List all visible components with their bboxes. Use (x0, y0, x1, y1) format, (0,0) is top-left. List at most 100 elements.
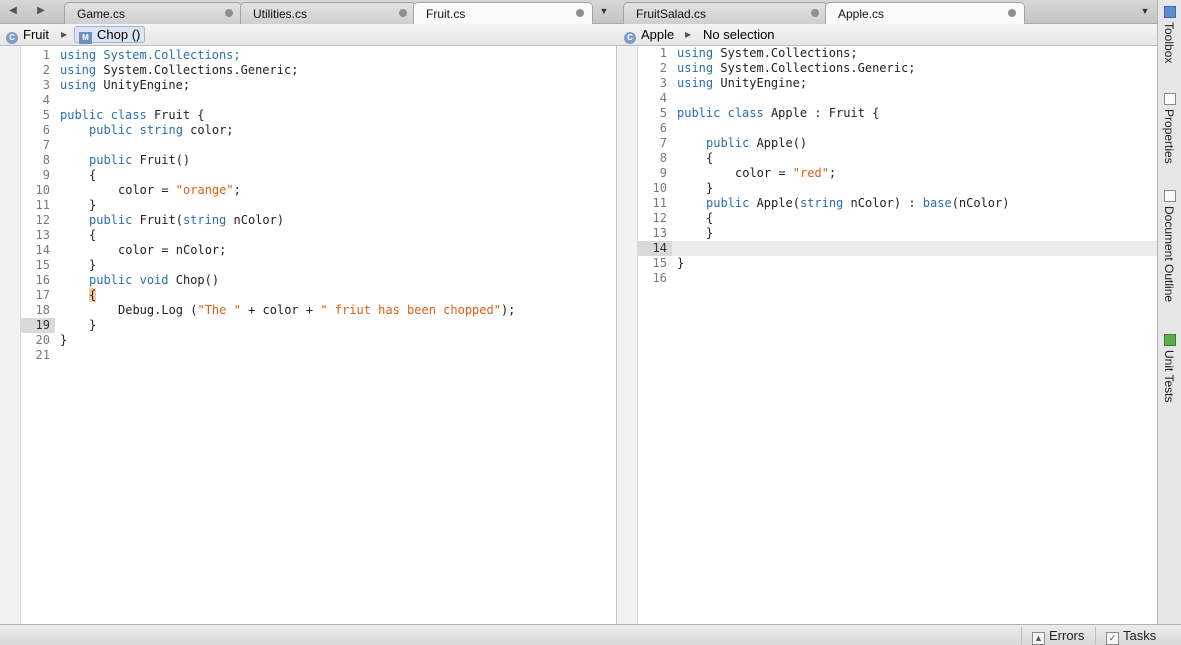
nav-forward-icon[interactable]: ▶ (32, 4, 50, 18)
code-line[interactable]: 5 public class Fruit { (20, 108, 616, 123)
unit-tests-pad[interactable]: Unit Tests (1160, 334, 1180, 405)
tab-apple-cs[interactable]: Apple.cs (825, 2, 1025, 25)
tab-list-dropdown-icon[interactable]: ▼ (597, 4, 611, 18)
code-line[interactable]: 21 (20, 348, 616, 363)
code-line[interactable]: 3 using UnityEngine; (637, 76, 1157, 91)
right-code-editor[interactable]: 1 using System.Collections; 2 using System… (617, 46, 1157, 624)
tab-fruitsalad-cs[interactable]: FruitSalad.cs (623, 2, 828, 24)
tab-utilities-cs[interactable]: Utilities.cs (240, 2, 416, 24)
properties-pad[interactable]: Properties (1160, 93, 1180, 167)
toolbox-pad[interactable]: Toolbox (1160, 6, 1180, 66)
code-line[interactable]: 18 Debug.Log ("The " + color + " friut ha… (20, 303, 616, 318)
code-token: "orange" (175, 183, 234, 197)
code-line[interactable]: 11} (20, 198, 616, 213)
margin-strip[interactable] (0, 46, 21, 624)
side-label: Document Outline (1162, 206, 1176, 303)
errors-button[interactable]: ▲ Errors (1021, 627, 1085, 645)
line-number: 6 (659, 121, 667, 135)
code-line[interactable]: 16 (637, 271, 1157, 286)
errors-label: Errors (1049, 628, 1085, 643)
code-token: color = "red"; (735, 166, 836, 181)
code-token: public Apple(string nColor) : base(nColo… (706, 196, 1010, 210)
matched-brace: { (89, 288, 97, 302)
code-line[interactable]: 12 public Fruit(string nColor) (20, 213, 616, 228)
tab-list-dropdown-icon[interactable]: ▼ (1138, 4, 1152, 18)
line-number: 2 (42, 63, 50, 77)
line-number: 4 (659, 91, 667, 105)
code-line[interactable]: 12 { (637, 211, 1157, 226)
code-token: Debug.Log ("The " + color + " friut has … (118, 303, 515, 318)
right-tab-bar: FruitSalad.cs Apple.cs ▼ (617, 0, 1157, 25)
code-line-current[interactable]: 19} (20, 318, 616, 333)
keyword-token: public (89, 213, 133, 227)
code-token: { (706, 151, 714, 165)
code-line[interactable]: 13} (637, 226, 1157, 241)
document-outline-pad[interactable]: Document Outline (1160, 190, 1180, 305)
code-line[interactable]: 16 public void Chop() (20, 273, 616, 288)
tab-close-icon[interactable] (399, 9, 407, 17)
left-code-editor[interactable]: 1 using System.Collections; 2 using System… (0, 46, 617, 624)
code-line[interactable]: 1 using System.Collections; (637, 46, 1157, 61)
code-line[interactable]: 8{ (637, 151, 1157, 166)
line-number: 3 (42, 78, 50, 92)
line-number: 12 (652, 211, 667, 225)
code-line[interactable]: 13 { (20, 228, 616, 243)
code-token: "The " (197, 303, 241, 317)
tab-fruit-cs[interactable]: Fruit.cs (413, 2, 593, 25)
code-line[interactable]: 10 color = "orange"; (20, 183, 616, 198)
code-line[interactable]: 15} (20, 258, 616, 273)
tab-close-icon[interactable] (225, 9, 233, 17)
breadcrumb-class[interactable]: C Apple (624, 24, 674, 45)
code-token: color = nColor; (118, 243, 227, 257)
code-line[interactable]: 7 public Apple() (637, 136, 1157, 151)
nav-back-icon[interactable]: ◀ (4, 4, 22, 18)
code-token: public class Apple : Fruit { (677, 106, 880, 120)
code-token: { (89, 228, 97, 242)
tab-close-icon[interactable] (576, 9, 584, 17)
line-number: 14 (35, 243, 50, 257)
keyword-token: using (60, 63, 97, 77)
code-line-current[interactable]: 14 (637, 241, 1157, 256)
margin-strip[interactable] (617, 46, 638, 624)
code-token: public string color; (89, 123, 234, 137)
code-line[interactable]: 15} (637, 256, 1157, 271)
code-line[interactable]: 4 (637, 91, 1157, 106)
breadcrumb-method[interactable]: M Chop () (74, 26, 146, 44)
code-token: public void Chop() (89, 273, 220, 287)
code-line[interactable]: 7 (20, 138, 616, 153)
tab-game-cs[interactable]: Game.cs (64, 2, 242, 24)
code-line[interactable]: 6 public string color; (20, 123, 616, 138)
line-number: 13 (35, 228, 50, 242)
code-line[interactable]: 9{ (20, 168, 616, 183)
keyword-token: base (922, 196, 952, 210)
code-line[interactable]: 14 color = nColor; (20, 243, 616, 258)
code-area[interactable]: 1 using System.Collections; 2 using System… (637, 46, 1157, 286)
code-token: public class Fruit { (60, 108, 205, 122)
breadcrumb-class[interactable]: C Fruit (6, 24, 49, 45)
class-icon: C (624, 32, 636, 44)
code-line[interactable]: 8 public Fruit() (20, 153, 616, 168)
tab-close-icon[interactable] (811, 9, 819, 17)
keyword-token: public (706, 136, 750, 150)
code-line[interactable]: 1 using System.Collections; (20, 48, 616, 63)
code-token: public Apple() (706, 136, 808, 150)
keyword-token: public (89, 273, 133, 287)
tab-close-icon[interactable] (1008, 9, 1016, 17)
code-line[interactable]: 2 using System.Collections.Generic; (20, 63, 616, 78)
code-line[interactable]: 9 color = "red"; (637, 166, 1157, 181)
code-line[interactable]: 20} (20, 333, 616, 348)
code-line[interactable]: 3 using UnityEngine; (20, 78, 616, 93)
code-line[interactable]: 10} (637, 181, 1157, 196)
tasks-button[interactable]: ✓ Tasks (1095, 627, 1156, 645)
code-line[interactable]: 2 using System.Collections.Generic; (637, 61, 1157, 76)
code-line[interactable]: 11 public Apple(string nColor) : base(nCo… (637, 196, 1157, 211)
code-line[interactable]: 4 (20, 93, 616, 108)
breadcrumb-separator-icon: ▶ (685, 30, 692, 39)
breadcrumb-member[interactable]: No selection (703, 24, 775, 45)
code-line[interactable]: 17 { (20, 288, 616, 303)
line-number: 5 (659, 106, 667, 120)
code-line[interactable]: 5 public class Apple : Fruit { (637, 106, 1157, 121)
code-area[interactable]: 1 using System.Collections; 2 using System… (20, 48, 616, 363)
code-token: Debug.Log ( (118, 303, 198, 317)
code-line[interactable]: 6 (637, 121, 1157, 136)
